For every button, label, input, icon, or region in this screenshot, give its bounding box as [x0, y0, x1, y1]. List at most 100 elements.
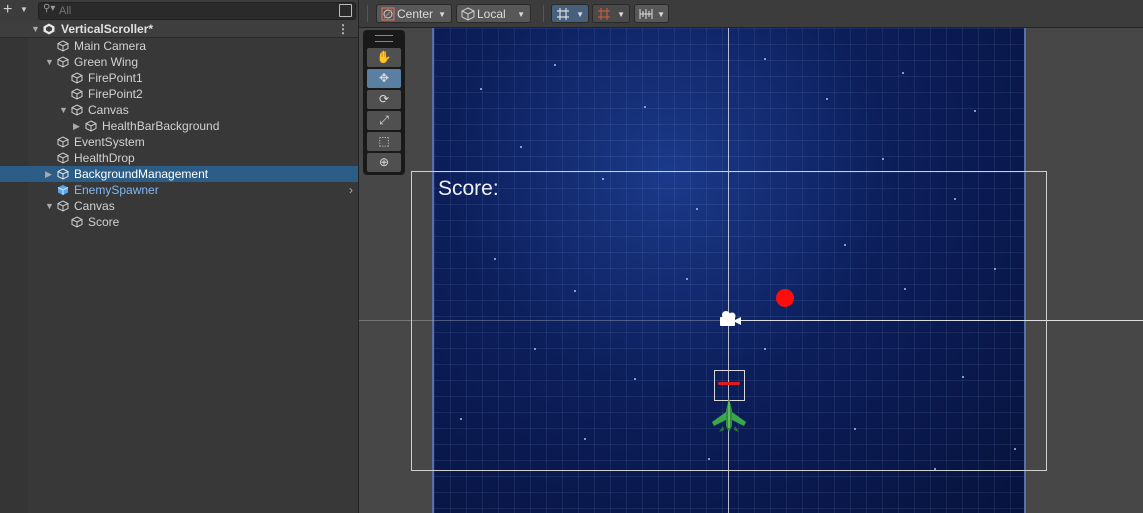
prefab-cube-icon	[57, 185, 69, 195]
search-in-scene-icon[interactable]	[339, 4, 352, 17]
space-label: Local	[477, 7, 506, 21]
star	[554, 64, 556, 66]
item-label: EnemySpawner	[74, 183, 159, 197]
search-icon: ⚲▾	[43, 3, 56, 14]
item-label: FirePoint2	[88, 87, 143, 101]
hierarchy-item-enemyspawner[interactable]: EnemySpawner ›	[0, 182, 358, 198]
hierarchy-item-canvas[interactable]: ▼ Canvas	[0, 102, 358, 118]
item-label: Canvas	[74, 199, 115, 213]
hierarchy-toolbar: + ▼ ⚲▾	[0, 0, 358, 22]
scene-name: VerticalScroller*	[61, 22, 154, 36]
hand-tool-button[interactable]: ✋	[367, 48, 401, 67]
search-input[interactable]	[59, 3, 319, 19]
item-label: Score	[88, 215, 120, 229]
item-label: HealthDrop	[74, 151, 135, 165]
rotate-icon: ⟳	[378, 92, 390, 106]
gameobject-cube-icon	[71, 216, 83, 228]
hierarchy-item-backgroundmanagement[interactable]: ▶ BackgroundManagement	[0, 166, 358, 182]
toolbar-divider	[543, 5, 544, 22]
rotate-tool-button[interactable]: ⟳	[367, 90, 401, 109]
rect-tool-button[interactable]: ⬚	[367, 132, 401, 151]
transform-tool-button[interactable]: ⊕	[367, 153, 401, 172]
scale-icon: ⤢	[379, 113, 389, 127]
pivot-icon	[381, 7, 395, 21]
pivot-label: Center	[397, 7, 434, 21]
snap-increment-icon	[639, 9, 653, 19]
star	[974, 110, 976, 112]
gameobject-cube-icon	[57, 168, 69, 180]
chevron-down-icon: ▼	[617, 10, 625, 19]
star	[644, 106, 646, 108]
hierarchy-item-healthdrop[interactable]: HealthDrop	[0, 150, 358, 166]
add-object-button[interactable]: + ▼	[3, 1, 29, 20]
scene-toolbar: Center ▼ Local ▼ ▼ ▼ ▼	[359, 0, 1143, 28]
transform-icon: ⊕	[378, 155, 390, 169]
hierarchy-search[interactable]: ⚲▾	[38, 2, 356, 20]
item-label: BackgroundManagement	[74, 167, 209, 181]
green-wing-ship-sprite[interactable]	[709, 396, 749, 436]
chevron-down-icon: ▼	[20, 5, 28, 14]
gameobject-cube-icon	[57, 40, 69, 52]
gameobject-cube-icon	[57, 56, 69, 68]
expand-arrow-icon[interactable]: ▶	[73, 118, 80, 134]
local-space-cube-icon	[461, 7, 475, 21]
item-label: Green Wing	[74, 55, 139, 69]
gameobject-cube-icon	[57, 152, 69, 164]
hand-icon: ✋	[376, 50, 392, 64]
gameobject-cube-icon	[57, 200, 69, 212]
unity-scene-icon	[43, 23, 55, 35]
chevron-down-icon: ▼	[657, 10, 665, 19]
gameobject-cube-icon	[71, 72, 83, 84]
snap-grid-icon	[598, 8, 610, 20]
chevron-down-icon: ▼	[517, 10, 525, 19]
star	[520, 146, 522, 148]
star	[764, 58, 766, 60]
hierarchy-item-main-camera[interactable]: Main Camera	[0, 38, 358, 54]
item-label: EventSystem	[74, 135, 145, 149]
expand-arrow-icon[interactable]: ▶	[45, 166, 52, 182]
rect-icon: ⬚	[378, 134, 390, 148]
score-text[interactable]: Score:	[438, 177, 499, 201]
star	[902, 72, 904, 74]
gameobject-cube-icon	[71, 104, 83, 116]
collapse-arrow-icon[interactable]: ▼	[45, 54, 54, 70]
star	[480, 88, 482, 90]
grid-snapping-button[interactable]: ▼	[592, 4, 630, 23]
healthbar-fill	[718, 382, 740, 385]
scene-view[interactable]: Score: ✋ ✥ ⟳ ⤢ ⬚ ⊕	[359, 28, 1143, 513]
scene-header[interactable]: ▼ VerticalScroller* ⋮	[0, 21, 358, 38]
collapse-arrow-icon[interactable]: ▼	[45, 198, 54, 214]
scene-tools-overlay: ✋ ✥ ⟳ ⤢ ⬚ ⊕	[363, 30, 405, 175]
space-local-dropdown[interactable]: Local ▼	[456, 4, 531, 23]
increment-snap-button[interactable]: ▼	[634, 4, 669, 23]
grid-icon	[557, 8, 569, 20]
hierarchy-item-firepoint2[interactable]: FirePoint2	[0, 86, 358, 102]
pivot-center-dropdown[interactable]: Center ▼	[376, 4, 452, 23]
kebab-menu-icon[interactable]: ⋮	[337, 21, 349, 37]
item-label: Canvas	[88, 103, 129, 117]
hierarchy-item-firepoint1[interactable]: FirePoint1	[0, 70, 358, 86]
hierarchy-item-green-wing[interactable]: ▼ Green Wing	[0, 54, 358, 70]
hierarchy-item-healthbarbackground[interactable]: ▶ HealthBarBackground	[0, 118, 358, 134]
move-tool-button[interactable]: ✥	[367, 69, 401, 88]
star	[826, 98, 828, 100]
grid-visibility-button[interactable]: ▼	[551, 4, 589, 23]
gameobject-cube-icon	[57, 136, 69, 148]
move-icon: ✥	[378, 71, 390, 85]
chevron-down-icon: ▼	[438, 10, 446, 19]
hierarchy-item-canvas-2[interactable]: ▼ Canvas	[0, 198, 358, 214]
hierarchy-item-eventsystem[interactable]: EventSystem	[0, 134, 358, 150]
collapse-arrow-icon[interactable]: ▼	[31, 21, 40, 37]
chevron-down-icon: ▼	[576, 10, 584, 19]
drag-handle[interactable]	[375, 35, 393, 42]
chevron-right-icon[interactable]: ›	[349, 182, 353, 198]
toolbar-divider	[367, 5, 368, 22]
item-label: FirePoint1	[88, 71, 143, 85]
gameobject-cube-icon	[85, 120, 97, 132]
health-drop-sprite[interactable]	[776, 289, 794, 307]
item-label: Main Camera	[74, 39, 147, 53]
camera-gizmo-icon[interactable]	[717, 310, 743, 330]
hierarchy-item-score[interactable]: Score	[0, 214, 358, 230]
collapse-arrow-icon[interactable]: ▼	[59, 102, 68, 118]
scale-tool-button[interactable]: ⤢	[367, 111, 401, 130]
